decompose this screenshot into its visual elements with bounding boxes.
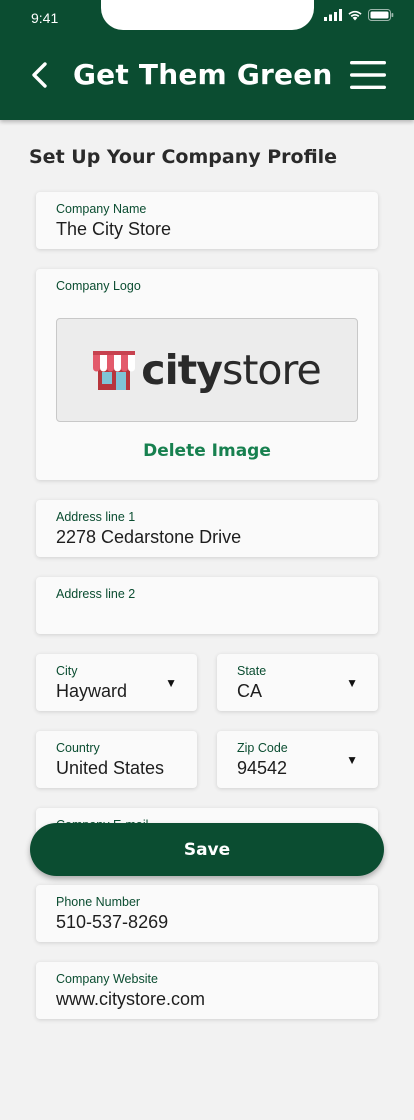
company-website-value: www.citystore.com [56, 989, 206, 1009]
country-field[interactable]: Country United States [36, 731, 197, 788]
dropdown-caret-icon: ▼ [346, 753, 358, 767]
menu-button[interactable] [350, 60, 386, 90]
city-select[interactable]: City Hayward ▼ [36, 654, 197, 711]
device-notch [101, 0, 314, 30]
country-value: United States [56, 758, 165, 778]
phone-number-label: Phone Number [56, 895, 141, 909]
zip-code-label: Zip Code [237, 741, 288, 755]
battery-icon [368, 9, 394, 21]
company-logo-preview[interactable]: citystore [56, 318, 358, 422]
app-title: Get Them Green [73, 58, 333, 91]
city-value: Hayward [56, 681, 128, 701]
dropdown-caret-icon: ▼ [165, 676, 177, 690]
save-button[interactable]: Save [30, 823, 384, 876]
state-value: CA [237, 681, 263, 701]
company-name-field[interactable]: Company Name The City Store [36, 192, 378, 249]
address-line-1-label: Address line 1 [56, 510, 136, 524]
zip-code-select[interactable]: Zip Code 94542 ▼ [217, 731, 378, 788]
address-line-2-field[interactable]: Address line 2 [36, 577, 378, 634]
address-line-1-field[interactable]: Address line 1 2278 Cedarstone Drive [36, 500, 378, 557]
hamburger-menu-icon [350, 61, 386, 89]
chevron-left-icon [32, 62, 47, 88]
address-line-2-label: Address line 2 [56, 587, 136, 601]
status-icons [324, 9, 394, 21]
storefront-icon [93, 351, 136, 390]
company-name-value: The City Store [56, 219, 172, 239]
logo-wordmark-text: citystore [141, 346, 321, 394]
city-label: City [56, 664, 78, 678]
state-label: State [237, 664, 267, 678]
phone-number-value: 510-537-8269 [56, 912, 169, 932]
company-website-label: Company Website [56, 972, 158, 986]
signal-icon [324, 9, 342, 21]
wifi-icon [348, 10, 362, 21]
address-line-1-value: 2278 Cedarstone Drive [56, 527, 242, 547]
status-time: 9:41 [31, 10, 59, 26]
company-website-field[interactable]: Company Website www.citystore.com [36, 962, 378, 1019]
country-label: Country [56, 741, 100, 755]
company-logo-field: Company Logo citystore Delete Image [36, 269, 378, 480]
delete-image-button[interactable]: Delete Image [36, 441, 378, 461]
phone-number-field[interactable]: Phone Number 510-537-8269 [36, 885, 378, 942]
form-title: Set Up Your Company Profile [29, 146, 338, 168]
company-logo-label: Company Logo [56, 279, 141, 293]
company-name-label: Company Name [56, 202, 147, 216]
state-select[interactable]: State CA ▼ [217, 654, 378, 711]
dropdown-caret-icon: ▼ [346, 676, 358, 690]
app-header: 9:41 Get Them Green [0, 0, 414, 120]
back-button[interactable] [24, 58, 54, 92]
citystore-logo: citystore [93, 346, 322, 394]
zip-code-value: 94542 [237, 758, 288, 778]
